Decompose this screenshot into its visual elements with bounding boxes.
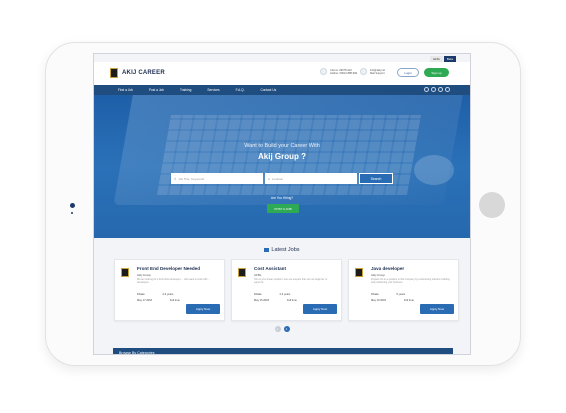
job-meta-row1: Dhaka 5 years [371,293,405,296]
apply-now-button[interactable]: Apply Now [420,304,454,314]
main-nav: Find a Job Post a Job Training Services … [94,85,470,95]
job-title[interactable]: Cost Assistant [254,266,286,271]
latest-jobs-title: Latest Jobs [271,247,300,253]
phone-icon [320,68,327,75]
location-pin-icon: ● [268,176,270,181]
keyword-placeholder: Job Title, Keywords [178,176,205,181]
akij-logo-icon[interactable] [110,68,118,78]
job-meta-row2: May 15 2018 Full time [254,299,297,302]
hero-banner: Want to Build your Career With Akij Grou… [94,95,470,238]
job-location: Dhaka [137,293,145,296]
job-date: May 15 2018 [254,299,269,302]
job-meta-row2: May 17 2018 Full time [137,299,180,302]
job-title[interactable]: Java developer [371,266,404,271]
job-card[interactable]: Java developer Akij Group Prepare for an… [348,259,459,321]
signup-button[interactable]: Sign up [424,68,449,77]
nav-faq[interactable]: F.A.Q. [236,88,245,92]
job-type: Full time [404,299,414,302]
latest-jobs-heading: Latest Jobs [94,247,470,253]
apply-now-button[interactable]: Apply Now [186,304,220,314]
job-location: Dhaka [371,293,379,296]
job-company: Akij Group [371,273,386,277]
website-screen: ENG Beta AKIJ CAREER Call us: 09678-222 … [93,53,471,355]
job-type: Full time [170,299,180,302]
job-card[interactable]: Cost Assistant AFBL Tell us your dream p… [231,259,342,321]
phone-contact: Call us: 09678-222 Hotline: 09613-888-99… [320,68,357,75]
location-input[interactable]: ● Location [265,173,357,184]
login-button[interactable]: Login [397,68,419,77]
job-description: Prepare for an a position in this compan… [371,278,450,284]
browse-categories-bar: Browse By Categories [113,348,453,354]
company-logo-icon [121,268,129,277]
site-header: AKIJ CAREER Call us: 09678-222 Hotline: … [94,62,470,86]
job-location: Dhaka [254,293,262,296]
mail-line2: Mail Support [370,71,385,75]
job-search-bar: ⚲ Job Title, Keywords ● Location Search [171,173,393,184]
nav-services[interactable]: Services [207,88,219,92]
keyword-search-input[interactable]: ⚲ Job Title, Keywords [171,173,263,184]
home-button[interactable] [479,192,505,218]
browse-categories-title[interactable]: Browse By Categories [119,351,155,354]
job-description: Tell us your dream position: here we pre… [254,278,328,284]
twitter-icon[interactable] [431,87,436,92]
job-experience: 2-3 years [279,293,291,296]
briefcase-icon [264,247,270,252]
job-meta-row1: Dhaka 2-3 years [254,293,290,296]
job-company: Akij Group [137,273,152,277]
job-description: We are looking for a Front End developer… [137,278,211,284]
job-title[interactable]: Front End Developer Needed [137,266,200,271]
company-logo-icon [355,268,363,277]
nav-contact[interactable]: Contact Us [260,88,276,92]
job-date: May 19 2018 [371,299,386,302]
linkedin-icon[interactable] [438,87,443,92]
job-type: Full time [287,299,297,302]
apply-now-button[interactable]: Apply Now [303,304,337,314]
mail-icon [360,68,367,75]
hiring-text: Are You Hiring? [270,196,294,200]
job-meta-row2: May 19 2018 Full time [371,299,414,302]
job-card[interactable]: Front End Developer Needed Akij Group We… [114,259,225,321]
social-links [424,87,450,92]
google-icon[interactable] [445,87,450,92]
search-icon: ⚲ [174,176,177,181]
job-date: May 17 2018 [137,299,152,302]
brand-name[interactable]: AKIJ CAREER [122,70,165,76]
job-meta-row1: Dhaka 2-3 years [137,293,173,296]
hero-subtitle: Want to Build your Career With [244,143,320,149]
camera-dot [70,203,75,208]
job-experience: 5 years [396,293,406,296]
phone-line2: Hotline: 09613-888-999 [330,71,358,75]
page-1[interactable]: 1 [274,326,281,332]
sensor-dot [71,212,73,214]
job-experience: 2-3 years [162,293,174,296]
mail-contact: info@akij.net Mail Support [360,68,385,75]
job-cards: Front End Developer Needed Akij Group We… [114,259,459,321]
page-2[interactable]: 2 [283,326,290,332]
pagination: 1 2 [94,326,470,332]
nav-training[interactable]: Training [180,88,191,92]
nav-find-job[interactable]: Find a Job [118,88,133,92]
search-button[interactable]: Search [359,173,393,184]
job-company: AFBL [254,273,262,277]
nav-post-job[interactable]: Post a Job [149,88,164,92]
post-job-button[interactable]: POST A JOB [267,204,299,213]
facebook-icon[interactable] [424,87,429,92]
hero-title: Akij Group ? [258,152,306,161]
location-placeholder: Location [271,176,284,181]
company-logo-icon [238,268,246,277]
